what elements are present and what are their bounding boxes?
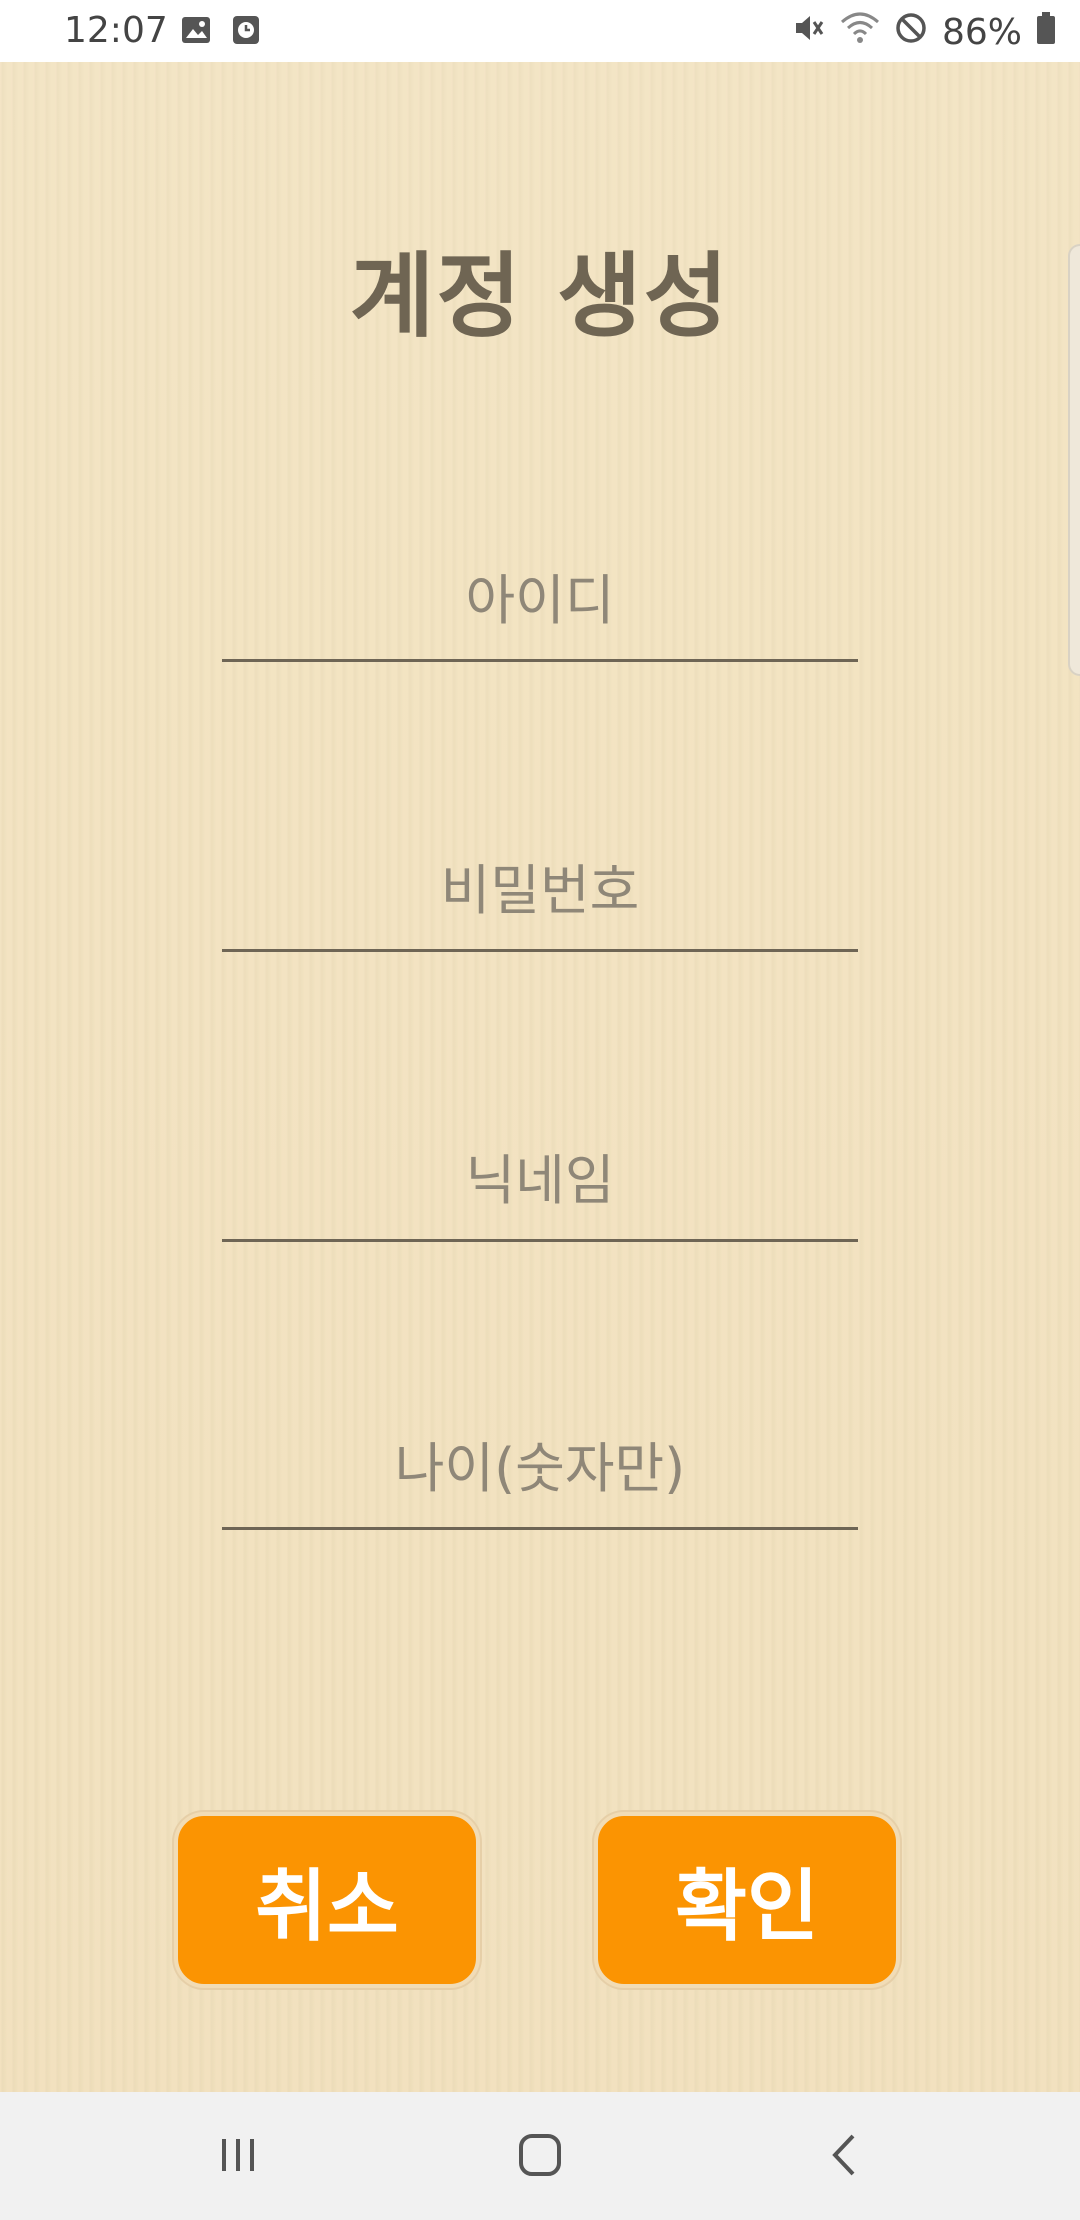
no-disturb-icon (894, 11, 928, 54)
confirm-button[interactable]: 확인 (594, 1812, 900, 1988)
app-screen: 12:07 86% 계정 생성 아이디 닉네임 나이(숫자만) 취소 확인 (0, 0, 1080, 2220)
password-input[interactable] (222, 832, 858, 948)
id-input[interactable] (222, 542, 858, 658)
battery-text: 86% (941, 11, 1022, 53)
status-right-group: 86% (790, 10, 1056, 54)
cancel-button[interactable]: 취소 (174, 1812, 480, 1988)
home-button[interactable] (480, 2112, 600, 2202)
page-title: 계정 생성 (349, 243, 731, 350)
age-underline (222, 1527, 858, 1530)
age-input[interactable] (222, 1410, 858, 1526)
id-underline (222, 659, 858, 662)
recent-apps-icon (216, 2135, 260, 2179)
battery-icon (1036, 11, 1056, 54)
nickname-field (222, 1122, 858, 1242)
recent-apps-button[interactable] (178, 2112, 298, 2202)
navigation-bar (0, 2092, 1080, 2220)
image-icon (180, 14, 212, 46)
clock-icon (230, 14, 262, 46)
status-time: 12:07 (64, 10, 168, 51)
password-field (222, 832, 858, 952)
id-field (222, 542, 858, 662)
back-icon (829, 2132, 859, 2182)
wifi-icon (840, 10, 880, 55)
age-field (222, 1410, 858, 1530)
back-button[interactable] (784, 2112, 904, 2202)
mute-icon (790, 10, 826, 55)
form-background: 계정 생성 취소 확인 (0, 62, 1080, 2092)
password-underline (222, 949, 858, 952)
home-icon (517, 2132, 563, 2182)
nickname-input[interactable] (222, 1122, 858, 1238)
status-bar: 12:07 86% (0, 0, 1080, 62)
edge-panel-handle[interactable] (1068, 244, 1080, 676)
nickname-underline (222, 1239, 858, 1242)
